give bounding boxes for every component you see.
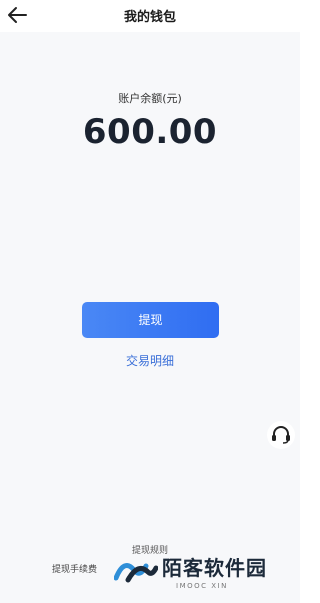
watermark-main-text: 陌客软件园: [162, 556, 267, 580]
withdraw-fee-text: 提现手续费: [52, 565, 98, 575]
balance-amount: 600.00: [82, 112, 218, 152]
transaction-details-link[interactable]: 交易明细: [0, 352, 300, 369]
watermark-logo-icon: [114, 563, 158, 583]
watermark-sub-text: IMOOC XIN: [176, 582, 228, 590]
site-watermark: 陌客软件园 IMOOC XIN: [110, 542, 298, 600]
top-nav-bar: 我的钱包: [0, 0, 300, 32]
headset-icon: [272, 426, 290, 444]
customer-service-button[interactable]: [267, 421, 295, 449]
balance-label: 账户余额(元): [118, 92, 182, 105]
withdraw-button[interactable]: 提现: [82, 302, 219, 338]
page-title: 我的钱包: [123, 10, 176, 25]
wallet-content: 账户余额(元) 600.00 提现 交易明细 提现规则 提现手续费: [0, 32, 300, 603]
wallet-screen: { "header": { "back_icon": "arrow-left-i…: [0, 0, 300, 603]
